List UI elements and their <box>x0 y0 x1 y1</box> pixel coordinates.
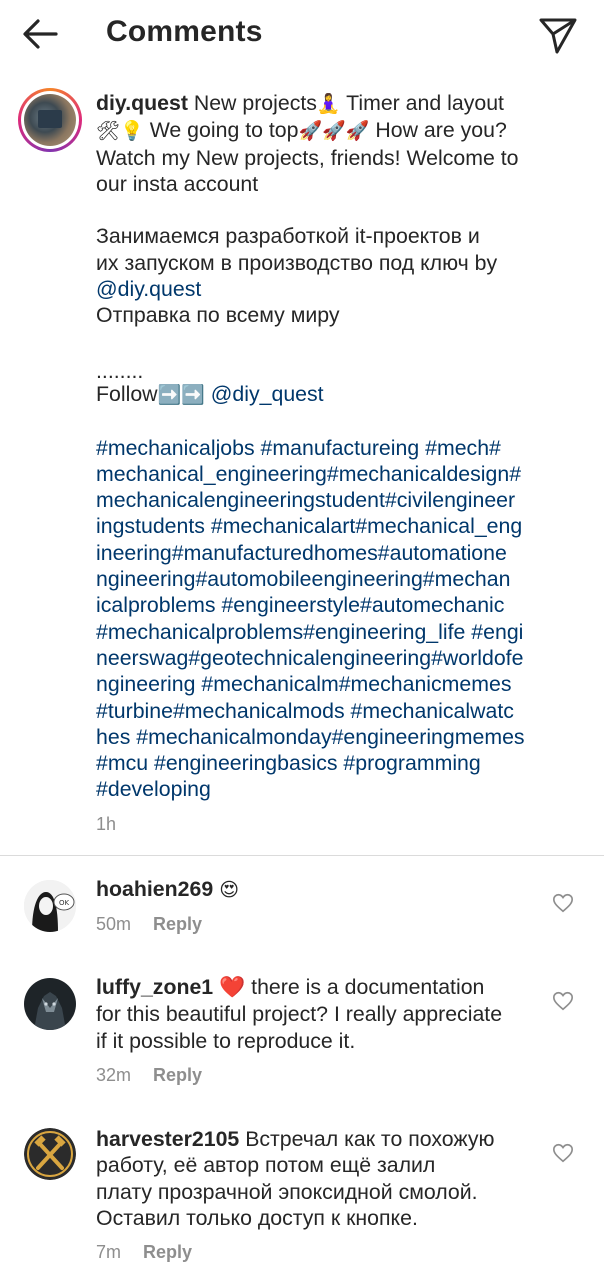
caption-username[interactable]: diy.quest <box>96 91 188 115</box>
hashtag-line[interactable]: ngineering#automobileengineering#mechan <box>96 566 596 592</box>
hashtag-line[interactable]: ineering#manufacturedhomes#automatione <box>96 540 596 566</box>
caption-timestamp: 1h <box>96 814 117 834</box>
hashtag-line[interactable]: hes #mechanicalmonday#engineeringmemes <box>96 724 596 750</box>
caption-avatar[interactable] <box>18 88 82 152</box>
comment-line: there is a documentation <box>245 975 485 999</box>
share-button[interactable] <box>536 12 580 56</box>
comment-line: if it possible to reproduce it. <box>96 1028 356 1053</box>
caption-text-1b: Timer and layout <box>340 91 504 115</box>
hashtag-line[interactable]: #mechanicaljobs #manufactureing #mech# <box>96 435 596 461</box>
comment-line: работу, её автор потом ещё залил <box>96 1153 436 1178</box>
avatar[interactable] <box>24 978 76 1030</box>
reply-button[interactable]: Reply <box>153 914 202 934</box>
caption-text-2: We going to top <box>143 118 299 143</box>
reply-button[interactable]: Reply <box>153 1065 202 1085</box>
hashtag-line[interactable]: mechanicalengineeringstudent#civilengine… <box>96 487 596 513</box>
rocket-emoji: 🚀🚀🚀 <box>298 120 370 143</box>
comment-username[interactable]: hoahien269 <box>96 877 213 901</box>
heart-outline-icon <box>553 991 573 1011</box>
mention-link[interactable]: @diy_quest <box>211 382 324 406</box>
heart-eyes-emoji: 😍 <box>213 879 240 901</box>
page-title: Comments <box>106 15 263 48</box>
comment-username[interactable]: harvester2105 <box>96 1127 239 1151</box>
avatar[interactable] <box>24 1128 76 1180</box>
reply-button[interactable]: Reply <box>143 1242 192 1262</box>
heart-outline-icon <box>553 893 573 913</box>
hashtag-line[interactable]: #developing <box>96 776 596 802</box>
tools-bulb-emoji: 🛠💡 <box>96 120 144 143</box>
comment-time: 32m <box>96 1065 132 1085</box>
caption-text: diy.quest New projects🧘‍♀️ Timer and lay… <box>96 90 596 803</box>
hashtag-line[interactable]: ingstudents #mechanicalart#mechanical_en… <box>96 513 596 539</box>
caption-text-3: Watch my New projects, friends! Welcome … <box>96 145 519 170</box>
panther-avatar-image <box>24 978 76 1030</box>
caption-ru-1: Занимаемся разработкой it-проектов и <box>96 224 480 249</box>
comment-text: hoahien269 😍 <box>96 876 548 903</box>
like-button[interactable] <box>552 1142 574 1164</box>
hashtag-line[interactable]: #mechanicalproblems#engineering_life #en… <box>96 619 596 645</box>
caption-text-4: our insta account <box>96 171 259 196</box>
red-heart-emoji: ❤️ <box>219 976 246 999</box>
hashtag-line[interactable]: mechanical_engineering#mechanicaldesign# <box>96 461 596 487</box>
caption-text-1: New projects <box>193 91 317 115</box>
comment-line: Оставил только доступ к кнопке. <box>96 1205 418 1230</box>
hashtag-line[interactable]: icalproblems #engineerstyle#automechanic <box>96 592 596 618</box>
meditation-emoji: 🧘‍♀️ <box>316 93 341 115</box>
comment-time: 7m <box>96 1242 122 1262</box>
comment-username[interactable]: luffy_zone1 <box>96 975 213 999</box>
comment-time: 50m <box>96 914 132 934</box>
caption-text-2b: How are you? <box>369 118 507 143</box>
divider <box>0 855 604 856</box>
comment-meta: 7m Reply <box>96 1242 192 1263</box>
comment-line: Встречал как то похожую <box>239 1127 495 1151</box>
back-button[interactable] <box>20 14 62 54</box>
caption-ru-3: Отправка по всему миру <box>96 303 340 328</box>
like-button[interactable] <box>552 892 574 914</box>
arrow-left-icon <box>23 19 58 49</box>
hashtag-line[interactable]: #mcu #engineeringbasics #programming <box>96 750 596 776</box>
avatar[interactable]: OK <box>24 880 76 932</box>
mention-link[interactable]: @diy.quest <box>96 276 596 302</box>
comment-meta: 50m Reply <box>96 914 202 935</box>
hashtag-line[interactable]: neerswag#geotechnicalengineering#worldof… <box>96 645 596 671</box>
hashtag-line[interactable]: #turbine#mechanicalmods #mechanicalwatc <box>96 698 596 724</box>
comment-line: for this beautiful project? I really app… <box>96 1002 503 1027</box>
arrow-right-emoji: ➡️➡️ <box>157 383 205 406</box>
hashtag-line[interactable]: ngineering #mechanicalm#mechanicmemes <box>96 671 596 697</box>
crossed-hammers-avatar-image <box>24 1128 76 1180</box>
comment-text: harvester2105 Встречал как то похожую ра… <box>96 1126 548 1231</box>
like-button[interactable] <box>552 990 574 1012</box>
svg-text:OK: OK <box>59 899 70 907</box>
heart-outline-icon <box>553 1143 573 1163</box>
caption-dots: ........ <box>96 358 144 383</box>
comment-text: luffy_zone1 ❤️ there is a documentation … <box>96 974 548 1054</box>
comment-meta: 32m Reply <box>96 1065 202 1086</box>
comment-line: плату прозрачной эпоксидной смолой. <box>96 1179 478 1204</box>
follow-label: Follow <box>96 381 158 406</box>
caption-ru-2: их запуском в производство под ключ by <box>96 250 498 275</box>
paper-plane-icon <box>539 18 577 54</box>
top-bar: Comments <box>0 0 604 68</box>
manga-avatar-image: OK <box>24 880 76 932</box>
